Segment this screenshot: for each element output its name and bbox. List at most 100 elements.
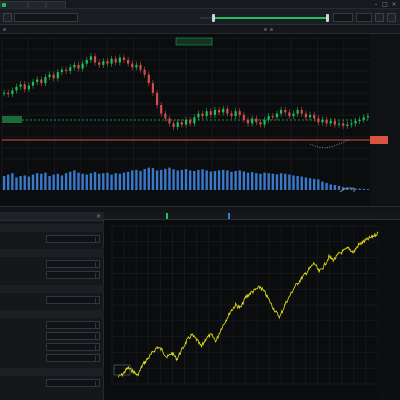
candle-body bbox=[346, 124, 349, 126]
candle-body bbox=[255, 118, 258, 123]
volume-bar bbox=[164, 168, 167, 190]
chart-annotation bbox=[175, 37, 213, 46]
candle-body bbox=[197, 113, 200, 118]
candle-body bbox=[40, 79, 43, 84]
volume-bar bbox=[11, 173, 14, 190]
candle-body bbox=[56, 72, 59, 79]
maximize-icon[interactable]: □ bbox=[381, 1, 389, 8]
settings-section bbox=[0, 224, 104, 232]
settings-field-input[interactable] bbox=[46, 235, 100, 243]
volume-bar bbox=[184, 169, 188, 190]
end-value-box[interactable] bbox=[333, 13, 353, 22]
equity-chart[interactable] bbox=[104, 220, 400, 400]
candle-body bbox=[151, 83, 155, 93]
volume-bar bbox=[358, 188, 361, 190]
volume-bar bbox=[242, 171, 246, 190]
volume-bar bbox=[238, 170, 241, 190]
toolbar bbox=[0, 9, 400, 25]
spinner-icon[interactable] bbox=[95, 298, 98, 303]
volume-bar bbox=[52, 174, 55, 190]
window-tab-1[interactable] bbox=[28, 1, 46, 8]
settings-field-input[interactable] bbox=[46, 343, 100, 351]
volume-bar bbox=[48, 176, 51, 190]
volume-bar bbox=[333, 184, 337, 190]
volume-bar bbox=[209, 171, 213, 190]
volume-bar bbox=[300, 176, 303, 190]
spinner-icon[interactable] bbox=[95, 323, 98, 328]
candle-body bbox=[362, 117, 365, 120]
refresh-icon[interactable] bbox=[3, 13, 12, 22]
price-chart[interactable] bbox=[0, 34, 400, 206]
date-slider-start-handle[interactable] bbox=[212, 14, 215, 22]
candle-body bbox=[176, 122, 179, 128]
candle-body bbox=[36, 79, 39, 82]
support-tag bbox=[2, 116, 22, 123]
volume-bar bbox=[168, 167, 171, 190]
spinner-icon[interactable] bbox=[95, 381, 98, 386]
date-slider-end-handle[interactable] bbox=[326, 14, 329, 22]
close-window-icon[interactable]: × bbox=[390, 1, 398, 8]
settings-field-input[interactable] bbox=[46, 271, 100, 279]
equity-tab[interactable] bbox=[228, 213, 230, 219]
volume-bar bbox=[7, 174, 10, 190]
window-tab-2[interactable] bbox=[46, 1, 66, 8]
layout-icon[interactable] bbox=[387, 13, 396, 22]
back-icon[interactable] bbox=[3, 28, 6, 31]
spinner-icon[interactable] bbox=[95, 345, 98, 350]
volume-bar bbox=[288, 174, 291, 190]
settings-icon[interactable] bbox=[375, 13, 384, 22]
settings-section bbox=[0, 368, 104, 376]
date-slider-fill bbox=[214, 17, 326, 19]
volume-bar bbox=[122, 172, 126, 190]
candle-body bbox=[31, 81, 35, 86]
symbol-input[interactable] bbox=[14, 13, 78, 22]
candle-body bbox=[329, 120, 332, 124]
volume-bar bbox=[275, 174, 279, 190]
volume-bar bbox=[234, 170, 237, 190]
volume-bar bbox=[97, 173, 101, 190]
volume-bar bbox=[312, 178, 316, 190]
candle-body bbox=[147, 74, 150, 84]
settings-field-input[interactable] bbox=[46, 321, 100, 329]
settings-field-input[interactable] bbox=[46, 260, 100, 268]
volume-bar bbox=[321, 181, 324, 190]
candle-body bbox=[321, 119, 324, 123]
settings-field-input[interactable] bbox=[46, 296, 100, 304]
settings-field-input[interactable] bbox=[46, 354, 100, 362]
close-icon[interactable]: × bbox=[96, 213, 101, 220]
volume-bar bbox=[284, 173, 287, 190]
candle-body bbox=[205, 111, 208, 117]
spinner-icon[interactable] bbox=[95, 237, 98, 242]
settings-field-input[interactable] bbox=[46, 379, 100, 387]
candle-body bbox=[308, 114, 312, 118]
candle-body bbox=[44, 77, 47, 84]
extra-box[interactable] bbox=[356, 13, 372, 22]
candle-body bbox=[209, 111, 212, 115]
volume-bar bbox=[102, 173, 105, 190]
volume-bar bbox=[217, 170, 221, 190]
spinner-icon[interactable] bbox=[95, 273, 98, 278]
window-tab-0[interactable] bbox=[0, 1, 28, 8]
candle-body bbox=[110, 58, 113, 64]
volume-bar bbox=[40, 173, 43, 190]
candle-body bbox=[114, 58, 117, 63]
candle-body bbox=[64, 69, 68, 71]
volume-bar bbox=[19, 176, 22, 190]
candle-body bbox=[127, 59, 130, 64]
status-dot-icon bbox=[264, 28, 267, 31]
minimize-icon[interactable]: – bbox=[372, 1, 380, 8]
volume-bar bbox=[325, 183, 328, 190]
equity-tab[interactable] bbox=[166, 213, 168, 219]
candle-body bbox=[89, 56, 92, 60]
settings-field-input[interactable] bbox=[46, 332, 100, 340]
candle-body bbox=[350, 123, 353, 125]
candle-body bbox=[106, 61, 109, 64]
volume-bar bbox=[23, 175, 26, 190]
volume-bar bbox=[366, 189, 370, 190]
volume-bar bbox=[77, 172, 80, 190]
spinner-icon[interactable] bbox=[95, 334, 98, 339]
spinner-icon[interactable] bbox=[95, 262, 98, 267]
candle-body bbox=[230, 113, 233, 117]
spinner-icon[interactable] bbox=[95, 356, 98, 361]
candle-body bbox=[48, 74, 51, 78]
